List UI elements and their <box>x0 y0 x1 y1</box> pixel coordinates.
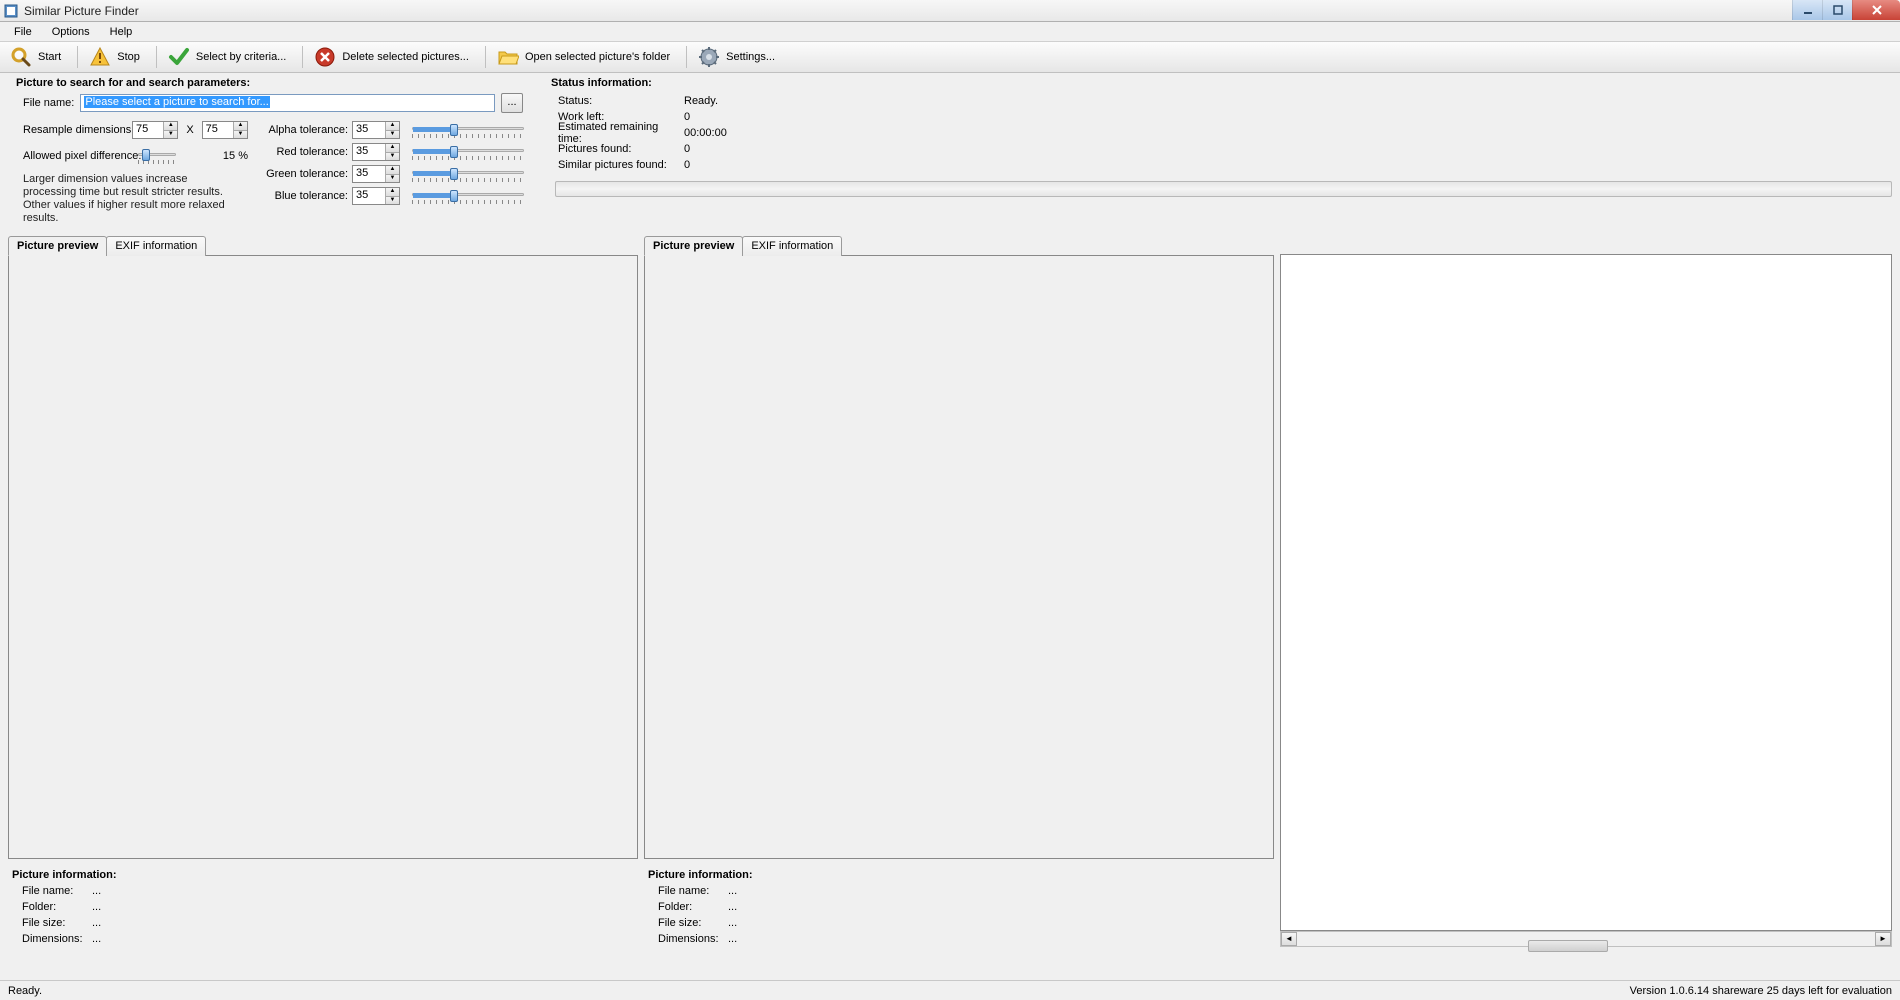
close-button[interactable] <box>1852 0 1900 20</box>
picinfo-left: Picture information: File name:... Folde… <box>8 867 638 947</box>
similar-v: 0 <box>684 159 690 171</box>
minimize-button[interactable] <box>1792 0 1822 20</box>
pixel-diff-value: 15 % <box>223 150 248 162</box>
blue-slider[interactable] <box>412 188 524 204</box>
titlebar: Similar Picture Finder <box>0 0 1900 22</box>
search-params-panel: Picture to search for and search paramet… <box>8 73 523 225</box>
delete-label: Delete selected pictures... <box>342 51 469 63</box>
open-folder-button[interactable]: Open selected picture's folder <box>491 42 681 72</box>
blue-label: Blue tolerance: <box>264 190 348 202</box>
toolbar: Start Stop Select by criteria... Delete … <box>0 42 1900 73</box>
app-icon <box>4 4 18 18</box>
menu-options[interactable]: Options <box>44 24 98 40</box>
right-panel: ◄ ► <box>1280 235 1892 947</box>
alpha-input[interactable]: 35▲▼ <box>352 121 400 139</box>
window-controls <box>1792 0 1900 20</box>
separator <box>686 46 687 68</box>
params-hint: Larger dimension values increase process… <box>23 173 243 225</box>
separator <box>302 46 303 68</box>
pixel-diff-label: Allowed pixel difference: <box>23 150 128 162</box>
green-input[interactable]: 35▲▼ <box>352 165 400 183</box>
filename-input[interactable]: Please select a picture to search for... <box>80 94 495 112</box>
status-v: Ready. <box>684 95 718 107</box>
tab-preview-mid[interactable]: Picture preview <box>644 236 743 256</box>
eta-l: Estimated remaining time: <box>558 121 684 145</box>
folder-icon <box>497 46 519 68</box>
statusbar: Ready. Version 1.0.6.14 shareware 25 day… <box>0 980 1900 1000</box>
red-input[interactable]: 35▲▼ <box>352 143 400 161</box>
maximize-button[interactable] <box>1822 0 1852 20</box>
select-criteria-button[interactable]: Select by criteria... <box>162 42 297 72</box>
tab-exif-mid[interactable]: EXIF information <box>742 236 842 256</box>
tab-preview-left[interactable]: Picture preview <box>8 236 107 256</box>
separator <box>77 46 78 68</box>
open-folder-label: Open selected picture's folder <box>525 51 670 63</box>
menu-file[interactable]: File <box>6 24 40 40</box>
horizontal-scrollbar[interactable]: ◄ ► <box>1280 931 1892 947</box>
scroll-left-button[interactable]: ◄ <box>1281 932 1297 946</box>
blue-input[interactable]: 35▲▼ <box>352 187 400 205</box>
delete-icon <box>314 46 336 68</box>
menubar: File Options Help <box>0 22 1900 42</box>
mid-panel: Picture preview EXIF information Picture… <box>644 235 1274 947</box>
found-v: 0 <box>684 143 690 155</box>
status-l: Status: <box>558 95 684 107</box>
params-title: Picture to search for and search paramet… <box>16 77 523 89</box>
pixel-diff-slider[interactable] <box>138 148 176 164</box>
preview-left <box>8 255 638 859</box>
filename-label: File name: <box>23 97 74 109</box>
work-v: 0 <box>684 111 690 123</box>
status-text: Ready. <box>8 985 42 997</box>
red-label: Red tolerance: <box>264 146 348 158</box>
scroll-right-button[interactable]: ► <box>1875 932 1891 946</box>
results-list[interactable] <box>1280 254 1892 931</box>
settings-label: Settings... <box>726 51 775 63</box>
menu-help[interactable]: Help <box>102 24 141 40</box>
picinfo-mid: Picture information: File name:... Folde… <box>644 867 1274 947</box>
alpha-label: Alpha tolerance: <box>264 124 348 136</box>
stop-button[interactable]: Stop <box>83 42 151 72</box>
browse-button[interactable]: ... <box>501 93 523 113</box>
status-panel: Status information: Status:Ready. Work l… <box>543 73 1892 225</box>
stop-label: Stop <box>117 51 140 63</box>
search-icon <box>10 46 32 68</box>
resample-width-input[interactable]: 75▲▼ <box>132 121 178 139</box>
separator <box>156 46 157 68</box>
red-slider[interactable] <box>412 144 524 160</box>
found-l: Pictures found: <box>558 143 684 155</box>
tab-exif-left[interactable]: EXIF information <box>106 236 206 256</box>
eta-v: 00:00:00 <box>684 127 727 139</box>
similar-l: Similar pictures found: <box>558 159 684 171</box>
preview-mid <box>644 255 1274 859</box>
green-slider[interactable] <box>412 166 524 182</box>
start-button[interactable]: Start <box>4 42 72 72</box>
x-label: X <box>186 124 193 136</box>
resample-height-input[interactable]: 75▲▼ <box>202 121 248 139</box>
progress-bar <box>555 181 1892 197</box>
delete-button[interactable]: Delete selected pictures... <box>308 42 480 72</box>
alpha-slider[interactable] <box>412 122 524 138</box>
select-label: Select by criteria... <box>196 51 286 63</box>
window-title: Similar Picture Finder <box>24 4 139 18</box>
left-panel: Picture preview EXIF information Picture… <box>8 235 638 947</box>
resample-label: Resample dimensions: <box>23 124 128 136</box>
status-title: Status information: <box>551 77 1892 89</box>
gear-icon <box>698 46 720 68</box>
scroll-thumb[interactable] <box>1528 940 1608 952</box>
version-text: Version 1.0.6.14 shareware 25 days left … <box>1630 985 1892 997</box>
green-label: Green tolerance: <box>264 168 348 180</box>
content: Picture to search for and search paramet… <box>0 73 1900 980</box>
start-label: Start <box>38 51 61 63</box>
settings-button[interactable]: Settings... <box>692 42 786 72</box>
check-icon <box>168 46 190 68</box>
separator <box>485 46 486 68</box>
warning-icon <box>89 46 111 68</box>
